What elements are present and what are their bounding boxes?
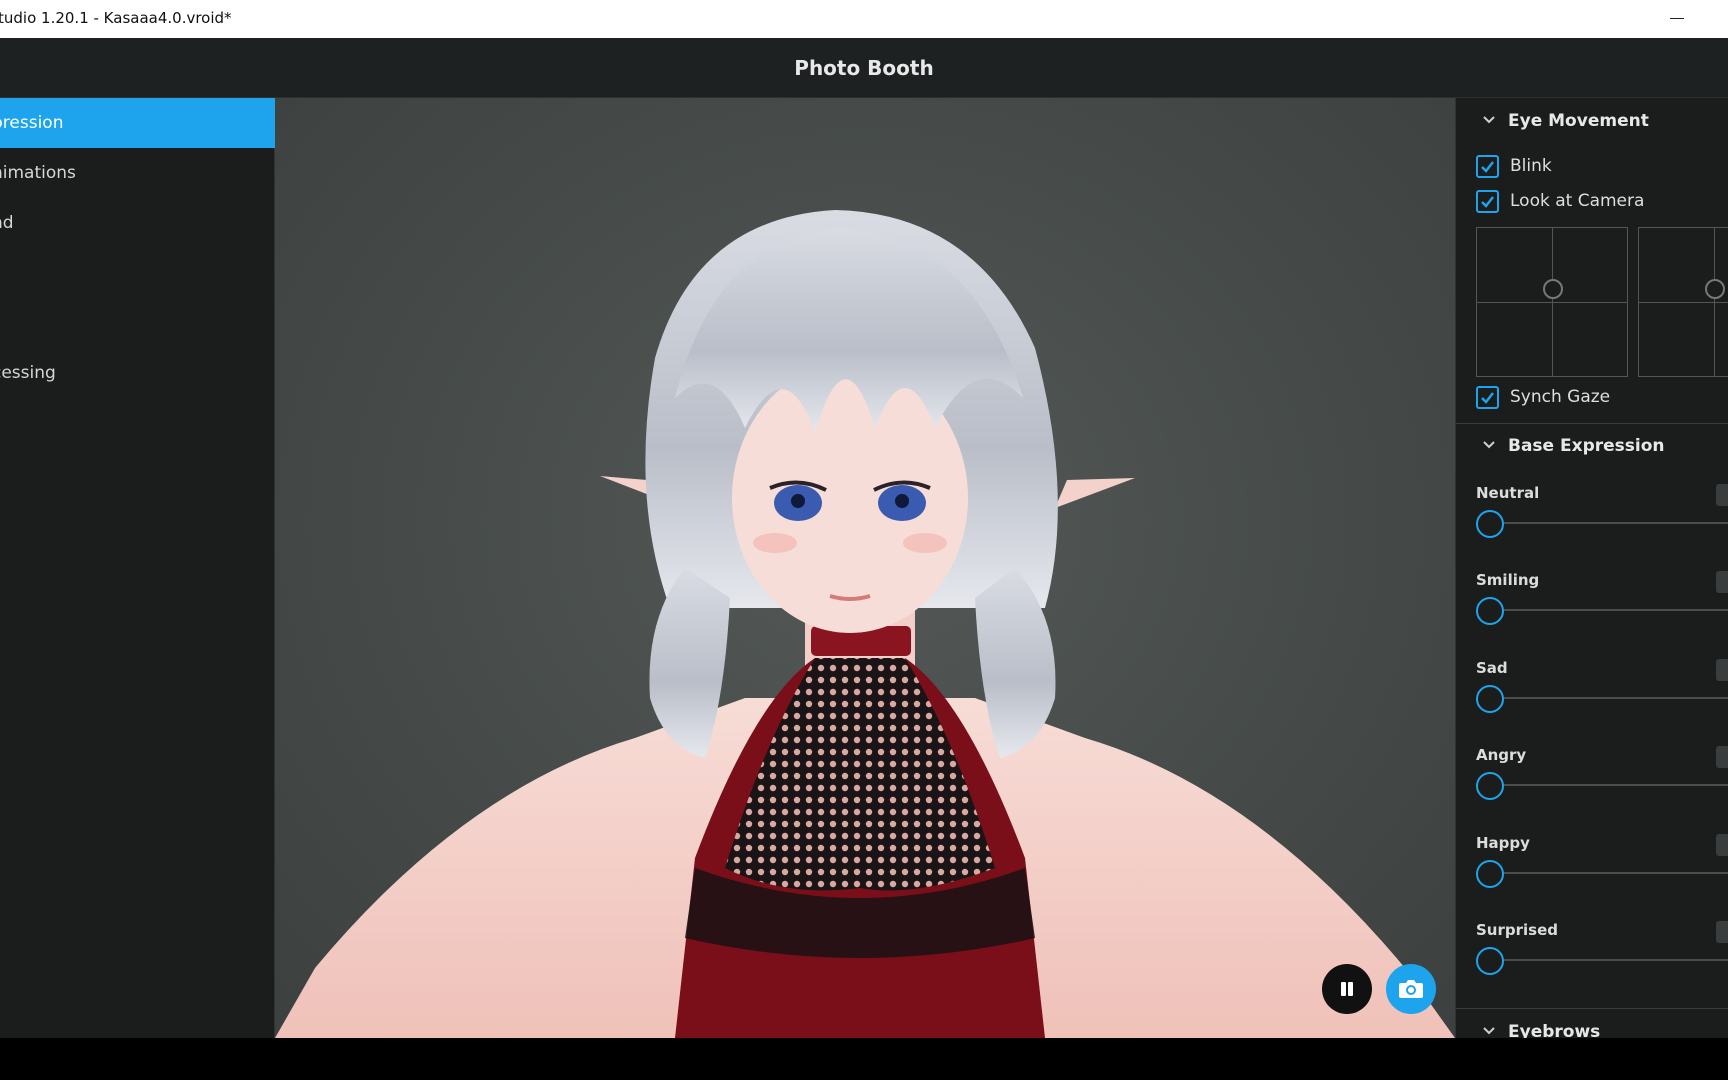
checkmark-icon <box>1481 161 1494 173</box>
value-field[interactable] <box>1716 834 1728 856</box>
app-header: Photo Booth <box>0 38 1728 98</box>
section-title: Eye Movement <box>1508 111 1649 131</box>
chevron-down-icon <box>1483 441 1495 449</box>
avatar-pupil-left <box>791 494 805 508</box>
chevron-down-icon <box>1483 1027 1495 1035</box>
gaze-pad-axis <box>1477 302 1627 303</box>
slider-track[interactable] <box>1488 697 1728 699</box>
slider-angry: Angry <box>1476 746 1728 826</box>
minimize-icon <box>1670 18 1684 19</box>
section-title: Eyebrows <box>1508 1022 1601 1038</box>
bottom-bar <box>0 1038 1728 1080</box>
sidebar-item-label: nd <box>0 213 14 233</box>
avatar-blush-left <box>753 533 797 553</box>
section-base-expression[interactable]: Base Expression <box>1456 423 1728 469</box>
page-title: Photo Booth <box>794 56 934 80</box>
slider-label: Neutral <box>1476 484 1540 502</box>
slider-surprised: Surprised <box>1476 921 1728 1001</box>
slider-smiling: Smiling <box>1476 571 1728 651</box>
sidebar-item-label: nimations <box>0 163 76 183</box>
slider-track[interactable] <box>1488 959 1728 961</box>
sidebar-item-label: cessing <box>0 363 56 383</box>
slider-neutral: Neutral <box>1476 484 1728 564</box>
value-field[interactable] <box>1716 746 1728 768</box>
capture-photo-button[interactable] <box>1386 964 1436 1014</box>
slider-label: Sad <box>1476 659 1508 677</box>
slider-track[interactable] <box>1488 522 1728 524</box>
checkmark-icon <box>1481 392 1494 404</box>
checkbox-box <box>1476 155 1499 178</box>
chevron-down-icon <box>1483 116 1495 124</box>
checkbox-label: Look at Camera <box>1510 191 1645 211</box>
title-bar: tudio 1.20.1 - Kasaaa4.0.vroid* <box>0 0 1728 38</box>
slider-thumb[interactable] <box>1476 947 1504 975</box>
pause-button[interactable] <box>1322 964 1372 1014</box>
app-window: tudio 1.20.1 - Kasaaa4.0.vroid* Photo Bo… <box>0 0 1728 1080</box>
checkbox-label: Blink <box>1510 156 1552 176</box>
slider-track[interactable] <box>1488 609 1728 611</box>
checkbox-box <box>1476 190 1499 213</box>
avatar-pupil-right <box>895 494 909 508</box>
slider-thumb[interactable] <box>1476 860 1504 888</box>
avatar-blush-right <box>903 533 947 553</box>
properties-panel: Eye Movement Blink Look at Camera Synch … <box>1455 98 1728 1038</box>
section-eye-movement[interactable]: Eye Movement <box>1456 98 1728 144</box>
gaze-pad-handle[interactable] <box>1705 279 1725 299</box>
gaze-pad-handle[interactable] <box>1543 279 1563 299</box>
slider-thumb[interactable] <box>1476 510 1504 538</box>
avatar-ear-right <box>1055 478 1135 508</box>
slider-sad: Sad <box>1476 659 1728 739</box>
sidebar-item-expression[interactable]: pression <box>0 98 275 148</box>
gaze-pad-axis <box>1639 302 1728 303</box>
slider-thumb[interactable] <box>1476 597 1504 625</box>
sidebar-item-animations[interactable]: nimations <box>0 148 275 198</box>
slider-track[interactable] <box>1488 784 1728 786</box>
gaze-pad-right[interactable] <box>1638 227 1728 377</box>
slider-happy: Happy <box>1476 834 1728 914</box>
sidebar-item-label: pression <box>0 113 64 133</box>
slider-label: Angry <box>1476 746 1527 764</box>
slider-thumb[interactable] <box>1476 772 1504 800</box>
checkbox-box <box>1476 386 1499 409</box>
checkbox-label: Synch Gaze <box>1510 387 1611 407</box>
section-eyebrows[interactable]: Eyebrows <box>1456 1009 1728 1038</box>
slider-thumb[interactable] <box>1476 685 1504 713</box>
avatar-lace-top <box>725 658 995 891</box>
pause-icon-bar <box>1348 982 1353 996</box>
gaze-pad-left[interactable] <box>1476 227 1628 377</box>
value-field[interactable] <box>1716 571 1728 593</box>
section-title: Base Expression <box>1508 436 1665 456</box>
slider-label: Happy <box>1476 834 1530 852</box>
window-title: tudio 1.20.1 - Kasaaa4.0.vroid* <box>0 9 232 27</box>
value-field[interactable] <box>1716 921 1728 943</box>
value-field[interactable] <box>1716 659 1728 681</box>
camera-icon <box>1399 980 1423 998</box>
value-field[interactable] <box>1716 484 1728 506</box>
slider-track[interactable] <box>1488 872 1728 874</box>
slider-label: Smiling <box>1476 571 1540 589</box>
slider-label: Surprised <box>1476 921 1558 939</box>
sidebar-item-background[interactable]: nd <box>0 198 275 248</box>
model-viewport[interactable] <box>275 98 1455 1038</box>
avatar-model <box>275 210 1455 1038</box>
checkmark-icon <box>1481 196 1494 208</box>
sidebar-item-post-processing[interactable]: cessing <box>0 348 275 398</box>
sidebar: pression nimations nd cessing <box>0 98 275 1038</box>
minimize-button[interactable] <box>1662 8 1692 30</box>
pause-icon <box>1341 982 1346 996</box>
